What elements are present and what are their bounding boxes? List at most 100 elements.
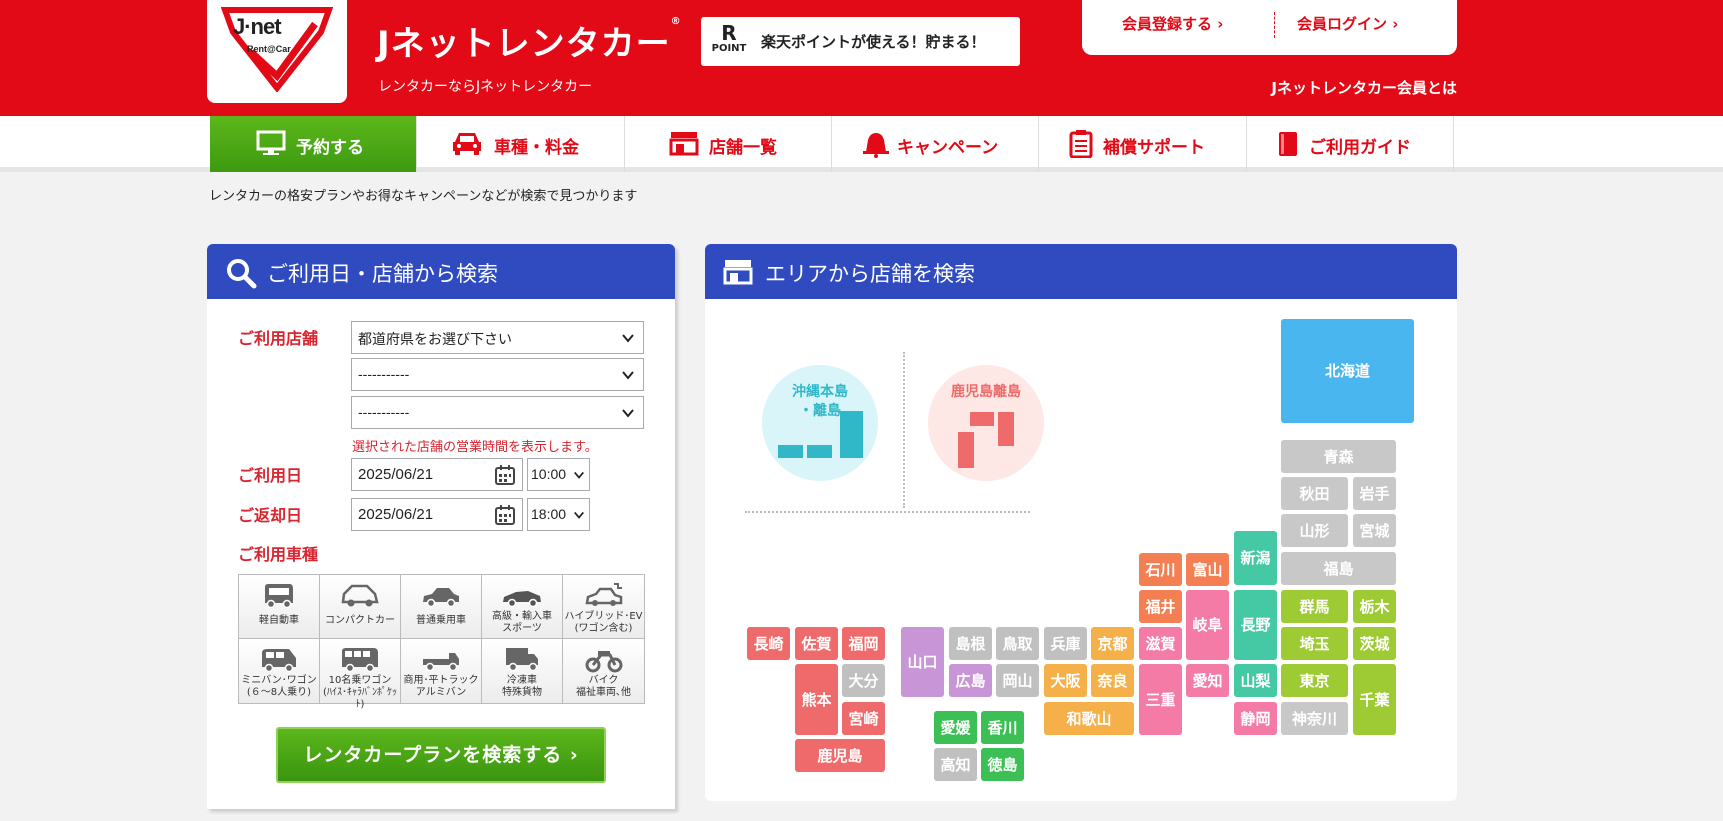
store-icon	[669, 132, 699, 156]
prefecture-select[interactable]: 都道府県をお選び下さい	[351, 321, 644, 354]
pref-hyogo[interactable]: 兵庫	[1044, 627, 1087, 660]
clipboard-icon	[1069, 130, 1093, 158]
kagoshima-islands-icon	[958, 412, 1014, 468]
car-type-bike[interactable]: バイク 福祉車両､他	[563, 639, 644, 703]
pref-tochigi[interactable]: 栃木	[1353, 590, 1396, 623]
car-type-label-text: バイク 福祉車両､他	[576, 675, 631, 698]
pref-miyagi[interactable]: 宮城	[1353, 514, 1396, 547]
pref-wakayama[interactable]: 和歌山	[1044, 702, 1134, 735]
return-date-input[interactable]: 2025/06/21	[351, 498, 523, 531]
calendar-icon[interactable]	[494, 504, 516, 526]
pickup-date-input[interactable]: 2025/06/21	[351, 458, 523, 491]
car-type-minivan[interactable]: ミニバン･ワゴン (６〜8人乗り)	[239, 639, 320, 703]
pref-shiga[interactable]: 滋賀	[1139, 627, 1182, 660]
refrigerated-truck-icon	[506, 648, 538, 672]
car-type-luxury[interactable]: 高級・輸入車 スポーツ	[482, 575, 563, 639]
pref-kyoto[interactable]: 京都	[1091, 627, 1134, 660]
pref-tottori[interactable]: 鳥取	[996, 627, 1039, 660]
divider	[745, 511, 1030, 513]
pref-saga[interactable]: 佐賀	[795, 627, 838, 660]
area-panel-header: エリアから店舗を検索	[705, 244, 1457, 299]
pickup-date-value: 2025/06/21	[358, 466, 434, 483]
car-type-label-text: 高級・輸入車 スポーツ	[492, 611, 552, 634]
pref-tokyo[interactable]: 東京	[1281, 664, 1348, 697]
nav-stores[interactable]: 店舗一覧	[625, 116, 832, 172]
nav-car-types[interactable]: 車種・料金	[417, 116, 625, 172]
pref-hokkaido[interactable]: 北海道	[1281, 319, 1414, 423]
nav-reserve[interactable]: 予約する	[210, 116, 417, 172]
pref-chiba[interactable]: 千葉	[1353, 664, 1396, 735]
pref-hiroshima[interactable]: 広島	[949, 664, 992, 697]
pref-shimane[interactable]: 島根	[949, 627, 992, 660]
pref-ehime[interactable]: 愛媛	[934, 711, 977, 744]
pref-yamanashi[interactable]: 山梨	[1234, 664, 1277, 697]
nav-campaign[interactable]: キャンペーン	[832, 116, 1039, 172]
pref-fukui[interactable]: 福井	[1139, 590, 1182, 623]
login-link[interactable]: 会員ログイン ›	[1297, 13, 1398, 34]
pref-shizuoka[interactable]: 静岡	[1234, 702, 1277, 735]
area-panel-title: エリアから店舗を検索	[765, 262, 975, 286]
pref-toyama[interactable]: 富山	[1186, 553, 1229, 586]
jnet-logo[interactable]: J·net Rent@Car	[207, 0, 347, 103]
pref-aomori[interactable]: 青森	[1281, 440, 1396, 473]
car-type-compact[interactable]: コンパクトカー	[320, 575, 401, 639]
area-okinawa[interactable]: 沖縄本島 ・離島	[762, 365, 878, 481]
car-type-10seat[interactable]: 10名乗ワゴン (ﾊｲｽ･ｷｬﾗﾊﾞﾝﾎﾟｹｯﾄ)	[320, 639, 401, 710]
pref-yamagata[interactable]: 山形	[1281, 514, 1348, 547]
pref-saitama[interactable]: 埼玉	[1281, 627, 1348, 660]
car-type-refrigerated[interactable]: 冷凍車 特殊貨物	[482, 639, 563, 703]
pref-kagoshima[interactable]: 鹿児島	[795, 739, 885, 772]
car-type-truck[interactable]: 商用･平トラック アルミバン	[401, 639, 482, 703]
pref-gunma[interactable]: 群馬	[1281, 590, 1348, 623]
pref-osaka[interactable]: 大阪	[1044, 664, 1087, 697]
nav-support[interactable]: 補償サポート	[1039, 116, 1247, 172]
pref-okayama[interactable]: 岡山	[996, 664, 1039, 697]
chevron-down-icon	[622, 409, 634, 418]
pref-miyazaki[interactable]: 宮崎	[842, 702, 885, 735]
nav-guide[interactable]: ご利用ガイド	[1247, 116, 1454, 172]
rakuten-r-letter: R	[721, 21, 737, 45]
chevron-down-icon	[622, 371, 634, 380]
pickup-time-select[interactable]: 10:00	[527, 458, 590, 491]
rakuten-point-banner[interactable]: R POINT 楽天ポイントが使える！貯まる！	[701, 17, 1020, 66]
pref-nagano[interactable]: 長野	[1234, 590, 1277, 660]
shop-select[interactable]: -----------	[351, 396, 644, 429]
site-header: J·net Rent@Car Jネットレンタカー® レンタカーならJネットレンタ…	[0, 0, 1723, 116]
car-type-hybrid[interactable]: ハイブリッド･EV (ワゴン含む)	[563, 575, 644, 639]
pref-aichi[interactable]: 愛知	[1186, 664, 1229, 697]
return-time-select[interactable]: 18:00	[527, 498, 590, 531]
city-select[interactable]: -----------	[351, 358, 644, 391]
pref-nara[interactable]: 奈良	[1091, 664, 1134, 697]
pref-fukuoka[interactable]: 福岡	[842, 627, 885, 660]
pref-kanagawa[interactable]: 神奈川	[1281, 702, 1348, 735]
brand-name[interactable]: Jネットレンタカー®	[377, 16, 682, 65]
pref-yamaguchi[interactable]: 山口	[901, 627, 944, 697]
pref-fukushima[interactable]: 福島	[1281, 552, 1396, 585]
pref-iwate[interactable]: 岩手	[1353, 477, 1396, 510]
car-type-label: ご利用車種	[238, 545, 319, 564]
pref-kochi[interactable]: 高知	[934, 748, 977, 781]
pref-akita[interactable]: 秋田	[1281, 477, 1348, 510]
nav-reserve-label: 予約する	[296, 138, 364, 158]
pref-oita[interactable]: 大分	[842, 664, 885, 697]
pref-kumamoto[interactable]: 熊本	[795, 664, 838, 735]
car-type-label-text: 冷凍車 特殊貨物	[502, 675, 542, 698]
pref-mie[interactable]: 三重	[1139, 664, 1182, 735]
car-type-sedan[interactable]: 普通乗用車	[401, 575, 482, 639]
pref-nagasaki[interactable]: 長崎	[747, 627, 790, 660]
pref-ishikawa[interactable]: 石川	[1139, 553, 1182, 586]
search-plans-button[interactable]: レンタカープランを検索する ›	[276, 727, 606, 783]
car-type-kei[interactable]: 軽自動車	[239, 575, 320, 639]
pref-gifu[interactable]: 岐阜	[1186, 590, 1229, 660]
register-link[interactable]: 会員登録する ›	[1122, 13, 1223, 34]
login-label: 会員ログイン	[1297, 15, 1388, 33]
member-about-link[interactable]: Jネットレンタカー会員とは	[1271, 77, 1457, 98]
pref-ibaraki[interactable]: 茨城	[1353, 627, 1396, 660]
calendar-icon[interactable]	[494, 464, 516, 486]
pref-tokushima[interactable]: 徳島	[981, 748, 1024, 781]
area-kagoshima-islands[interactable]: 鹿児島離島	[928, 365, 1044, 481]
pref-kagawa[interactable]: 香川	[981, 711, 1024, 744]
main-nav: 予約する 車種・料金 店舗一覧 キャンペーン 補償サポート ご利用ガイド	[0, 116, 1723, 172]
pref-niigata[interactable]: 新潟	[1234, 531, 1277, 585]
car-icon	[453, 133, 481, 155]
